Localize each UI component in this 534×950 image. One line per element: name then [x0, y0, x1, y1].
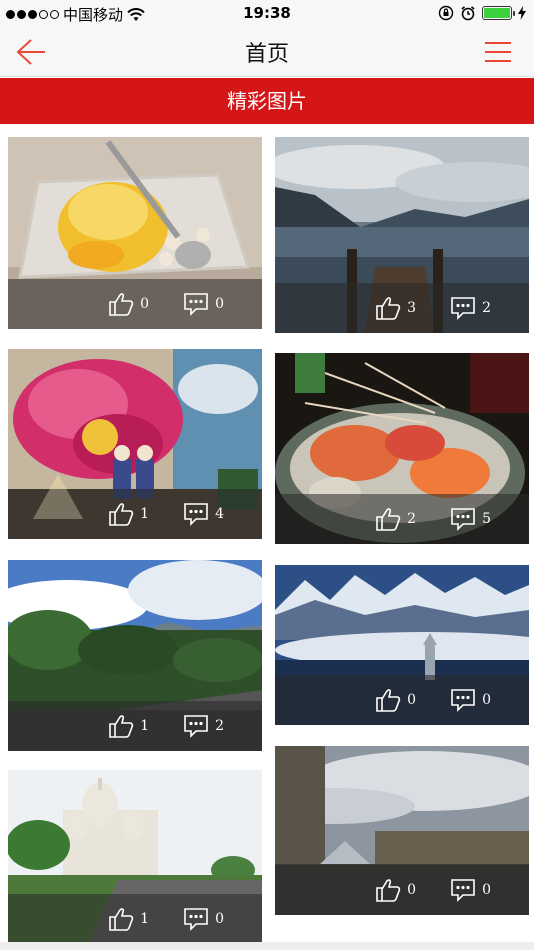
- status-icons: [438, 5, 526, 21]
- comment-count: 2: [482, 300, 491, 316]
- thumbs-up-icon: [109, 503, 134, 526]
- like-count: 1: [140, 718, 150, 734]
- comment-count: 5: [482, 511, 491, 527]
- photo-stats-bar: 3 2: [275, 283, 529, 333]
- comment-count: 2: [215, 718, 224, 734]
- like-button[interactable]: 3: [375, 295, 416, 321]
- like-count: 0: [140, 296, 150, 312]
- photo-card[interactable]: 2 5: [275, 353, 529, 544]
- charging-icon: [518, 6, 526, 20]
- like-count: 0: [407, 882, 417, 898]
- comment-count: 0: [215, 911, 224, 927]
- comment-count: 4: [215, 506, 224, 522]
- photo-stats-bar: 1 2: [8, 701, 262, 751]
- section-banner: 精彩图片: [0, 78, 534, 124]
- thumbs-up-icon: [376, 297, 401, 320]
- comment-count: 0: [215, 296, 224, 312]
- navigation-bar: 首页: [0, 27, 534, 77]
- thumbs-up-icon: [109, 293, 134, 316]
- like-count: 2: [407, 511, 417, 527]
- photo-card[interactable]: 1 2: [8, 560, 262, 751]
- like-button[interactable]: 0: [375, 877, 416, 903]
- hamburger-menu-icon: [485, 42, 511, 62]
- like-button[interactable]: 0: [375, 687, 416, 713]
- like-count: 3: [407, 300, 417, 316]
- comment-icon: [184, 293, 208, 316]
- comment-button[interactable]: 4: [183, 502, 224, 526]
- comment-button[interactable]: 0: [183, 907, 224, 931]
- like-button[interactable]: 0: [108, 291, 149, 317]
- comment-icon: [184, 503, 208, 526]
- photo-stats-bar: 2 5: [275, 494, 529, 544]
- menu-button[interactable]: [484, 41, 512, 63]
- comment-button[interactable]: 0: [450, 878, 491, 902]
- like-count: 1: [140, 506, 150, 522]
- comment-icon: [451, 879, 475, 902]
- comment-icon: [451, 689, 475, 712]
- battery-icon: [482, 6, 515, 20]
- photo-card[interactable]: 1 0: [8, 770, 262, 944]
- comment-icon: [451, 297, 475, 320]
- photo-grid: 0 0 3 2 1 4 2 5 1 2 0 0 1 0 0 0: [0, 124, 534, 950]
- like-count: 0: [407, 692, 417, 708]
- photo-card[interactable]: 0 0: [8, 137, 262, 329]
- comment-button[interactable]: 5: [450, 507, 491, 531]
- thumbs-up-icon: [109, 715, 134, 738]
- comment-button[interactable]: 0: [450, 688, 491, 712]
- bottom-edge: [0, 942, 534, 950]
- photo-stats-bar: 0 0: [275, 865, 529, 915]
- like-button[interactable]: 1: [108, 713, 149, 739]
- thumbs-up-icon: [376, 879, 401, 902]
- thumbs-up-icon: [376, 508, 401, 531]
- photo-stats-bar: 0 0: [8, 279, 262, 329]
- comment-button[interactable]: 2: [450, 296, 491, 320]
- photo-stats-bar: 0 0: [275, 675, 529, 725]
- comment-button[interactable]: 2: [183, 714, 224, 738]
- alarm-icon: [461, 6, 475, 21]
- like-button[interactable]: 2: [375, 506, 416, 532]
- comment-count: 0: [482, 692, 491, 708]
- comment-icon: [184, 715, 208, 738]
- like-button[interactable]: 1: [108, 906, 149, 932]
- photo-card[interactable]: 0 0: [275, 746, 529, 915]
- photo-card[interactable]: 1 4: [8, 349, 262, 539]
- thumbs-up-icon: [376, 689, 401, 712]
- like-count: 1: [140, 911, 150, 927]
- photo-card[interactable]: 3 2: [275, 137, 529, 333]
- comment-icon: [451, 508, 475, 531]
- photo-card[interactable]: 0 0: [275, 565, 529, 725]
- photo-stats-bar: 1 0: [8, 894, 262, 944]
- comment-icon: [184, 908, 208, 931]
- photo-stats-bar: 1 4: [8, 489, 262, 539]
- status-bar: 中国移动 19:38: [0, 0, 534, 27]
- comment-button[interactable]: 0: [183, 292, 224, 316]
- orientation-lock-icon: [438, 5, 454, 21]
- like-button[interactable]: 1: [108, 501, 149, 527]
- page-title: 首页: [244, 42, 289, 67]
- comment-count: 0: [482, 882, 491, 898]
- thumbs-up-icon: [109, 908, 134, 931]
